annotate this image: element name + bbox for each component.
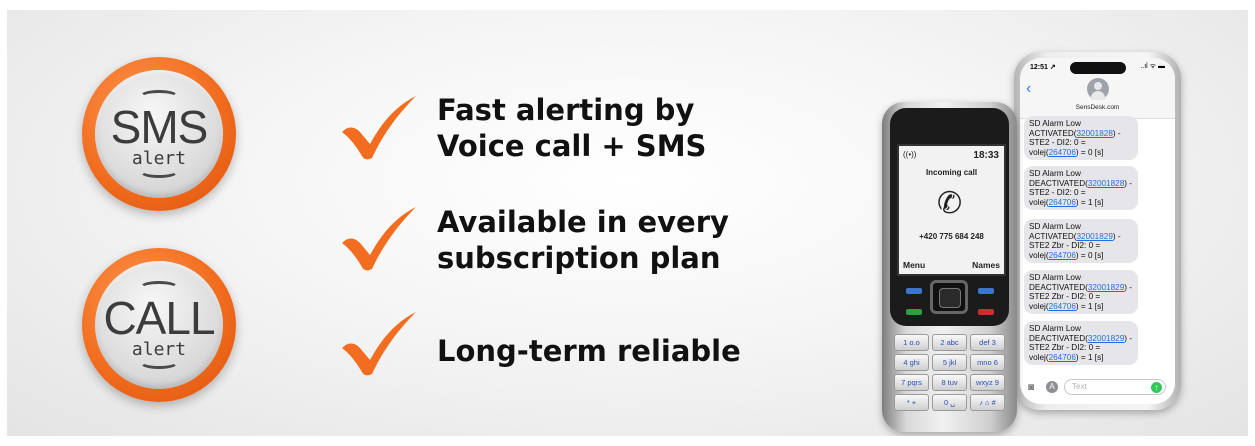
contact-name[interactable]: SensDesk.com — [1020, 104, 1175, 111]
phone-handset-icon: ✆ — [937, 187, 963, 220]
promo-banner: SMS alert CALL alert Fast alerting by Vo… — [7, 10, 1248, 436]
left-select-button[interactable] — [906, 288, 922, 294]
key-2[interactable]: 2 abc — [932, 334, 967, 351]
message-link[interactable]: 32001829 — [1088, 334, 1124, 343]
badge-title: SMS — [110, 101, 209, 153]
end-call-button[interactable] — [978, 309, 994, 315]
message-text: SD Alarm Low DEACTIVATED( — [1029, 169, 1088, 188]
feature-line: Long-term reliable — [437, 334, 741, 368]
key-8[interactable]: 8 tuv — [932, 374, 967, 391]
feature-fast-alerting: Fast alerting by Voice call + SMS — [437, 92, 706, 164]
softkey-right[interactable]: Names — [972, 260, 1000, 270]
navigation-pad[interactable] — [930, 280, 968, 314]
badge-face: SMS alert — [95, 70, 223, 198]
status-time: 12:51 ↗ — [1030, 64, 1056, 71]
message-text: ) = 1 [s] — [1075, 301, 1104, 311]
message-input-bar: ◙ A Text ↑ — [1020, 374, 1175, 404]
key-1[interactable]: 1 o.o — [894, 334, 929, 351]
key-3[interactable]: def 3 — [970, 334, 1005, 351]
key-hash[interactable]: ♪ ⌂ # — [970, 394, 1005, 411]
key-6[interactable]: mno 6 — [970, 354, 1005, 371]
message-link[interactable]: 264706 — [1049, 302, 1076, 311]
right-select-button[interactable] — [978, 288, 994, 294]
dynamic-island — [1070, 62, 1126, 74]
checkmark-icon — [342, 207, 416, 271]
message-link[interactable]: 32001828 — [1088, 179, 1124, 188]
signal-icon: ..ıl ᯤ ▬ — [1140, 63, 1165, 70]
key-7[interactable]: 7 pqrs — [894, 374, 929, 391]
message-bubble: SD Alarm Low ACTIVATED(32001828) - STE2 … — [1024, 116, 1138, 161]
message-link[interactable]: 264706 — [1049, 198, 1076, 207]
message-text: SD Alarm Low ACTIVATED( — [1029, 119, 1081, 138]
message-link[interactable]: 32001829 — [1076, 232, 1112, 241]
arc-bottom-icon — [139, 355, 179, 369]
call-button[interactable] — [906, 309, 922, 315]
message-link[interactable]: 264706 — [1049, 148, 1076, 157]
badge-title: CALL — [103, 292, 215, 344]
key-0[interactable]: 0 ␣ — [932, 394, 967, 411]
screen-time: 18:33 — [973, 150, 999, 161]
checkmark-icon — [342, 312, 416, 376]
message-link[interactable]: 264706 — [1049, 353, 1076, 362]
feature-line: Available in every — [437, 205, 729, 239]
feature-line: subscription plan — [437, 241, 721, 275]
sms-alert-badge: SMS alert — [82, 57, 236, 211]
phone-body: ((•)) 18:33 Incoming call ✆ +420 775 684… — [882, 102, 1017, 432]
key-9[interactable]: wxyz 9 — [970, 374, 1005, 391]
badge-face: CALL alert — [95, 261, 223, 389]
back-chevron-icon[interactable]: ‹ — [1026, 80, 1031, 98]
message-link[interactable]: 32001828 — [1076, 129, 1112, 138]
message-text: ) = 1 [s] — [1075, 197, 1104, 207]
app-store-icon[interactable]: A — [1046, 381, 1058, 393]
message-input-placeholder: Text — [1072, 382, 1087, 391]
message-text: ) = 0 [s] — [1075, 250, 1104, 260]
nav-center-button[interactable] — [939, 288, 961, 308]
caller-number: +420 775 684 248 — [919, 232, 984, 241]
message-bubble: SD Alarm Low DEACTIVATED(32001829) - STE… — [1024, 270, 1138, 315]
message-bubble: SD Alarm Low DEACTIVATED(32001829) - STE… — [1024, 321, 1138, 366]
call-status: Incoming call — [925, 168, 978, 177]
message-link[interactable]: 264706 — [1049, 251, 1076, 260]
arc-bottom-icon — [139, 164, 179, 178]
page: SMS alert CALL alert Fast alerting by Vo… — [0, 0, 1255, 446]
message-link[interactable]: 32001829 — [1088, 283, 1124, 292]
send-arrow-icon[interactable]: ↑ — [1151, 382, 1162, 393]
feature-line: Fast alerting by — [437, 93, 695, 127]
camera-icon[interactable]: ◙ — [1028, 382, 1034, 393]
phone-screen: ((•)) 18:33 Incoming call ✆ +420 775 684… — [897, 144, 1006, 276]
message-text: SD Alarm Low ACTIVATED( — [1029, 222, 1081, 241]
smartphone-screen: 12:51 ↗ ..ıl ᯤ ▬ ‹ SensDesk.com SD Alarm… — [1020, 58, 1175, 404]
key-5[interactable]: 5 jkl — [932, 354, 967, 371]
softkey-left[interactable]: Menu — [903, 260, 925, 270]
message-bubble: SD Alarm Low ACTIVATED(32001829) - STE2 … — [1024, 219, 1138, 264]
message-bubble: SD Alarm Low DEACTIVATED(32001828) - STE… — [1024, 166, 1138, 211]
feature-subscription: Available in every subscription plan — [437, 204, 729, 276]
call-alert-badge: CALL alert — [82, 248, 236, 402]
checkmark-icon — [342, 96, 416, 160]
key-star[interactable]: * + — [894, 394, 929, 411]
contact-avatar-icon[interactable] — [1087, 78, 1109, 100]
messages-header: 12:51 ↗ ..ıl ᯤ ▬ ‹ SensDesk.com — [1020, 58, 1175, 119]
signal-icon: ((•)) — [903, 150, 917, 159]
feature-phone: ((•)) 18:33 Incoming call ✆ +420 775 684… — [882, 102, 1017, 432]
message-text: ) = 1 [s] — [1075, 352, 1104, 362]
message-text: SD Alarm Low DEACTIVATED( — [1029, 273, 1088, 292]
feature-reliable: Long-term reliable — [437, 333, 741, 369]
message-input[interactable]: Text ↑ — [1064, 379, 1166, 395]
key-4[interactable]: 4 ghi — [894, 354, 929, 371]
smartphone: 12:51 ↗ ..ıl ᯤ ▬ ‹ SensDesk.com SD Alarm… — [1014, 52, 1181, 410]
message-text: SD Alarm Low DEACTIVATED( — [1029, 324, 1088, 343]
message-text: ) = 0 [s] — [1075, 147, 1104, 157]
feature-line: Voice call + SMS — [437, 129, 707, 163]
